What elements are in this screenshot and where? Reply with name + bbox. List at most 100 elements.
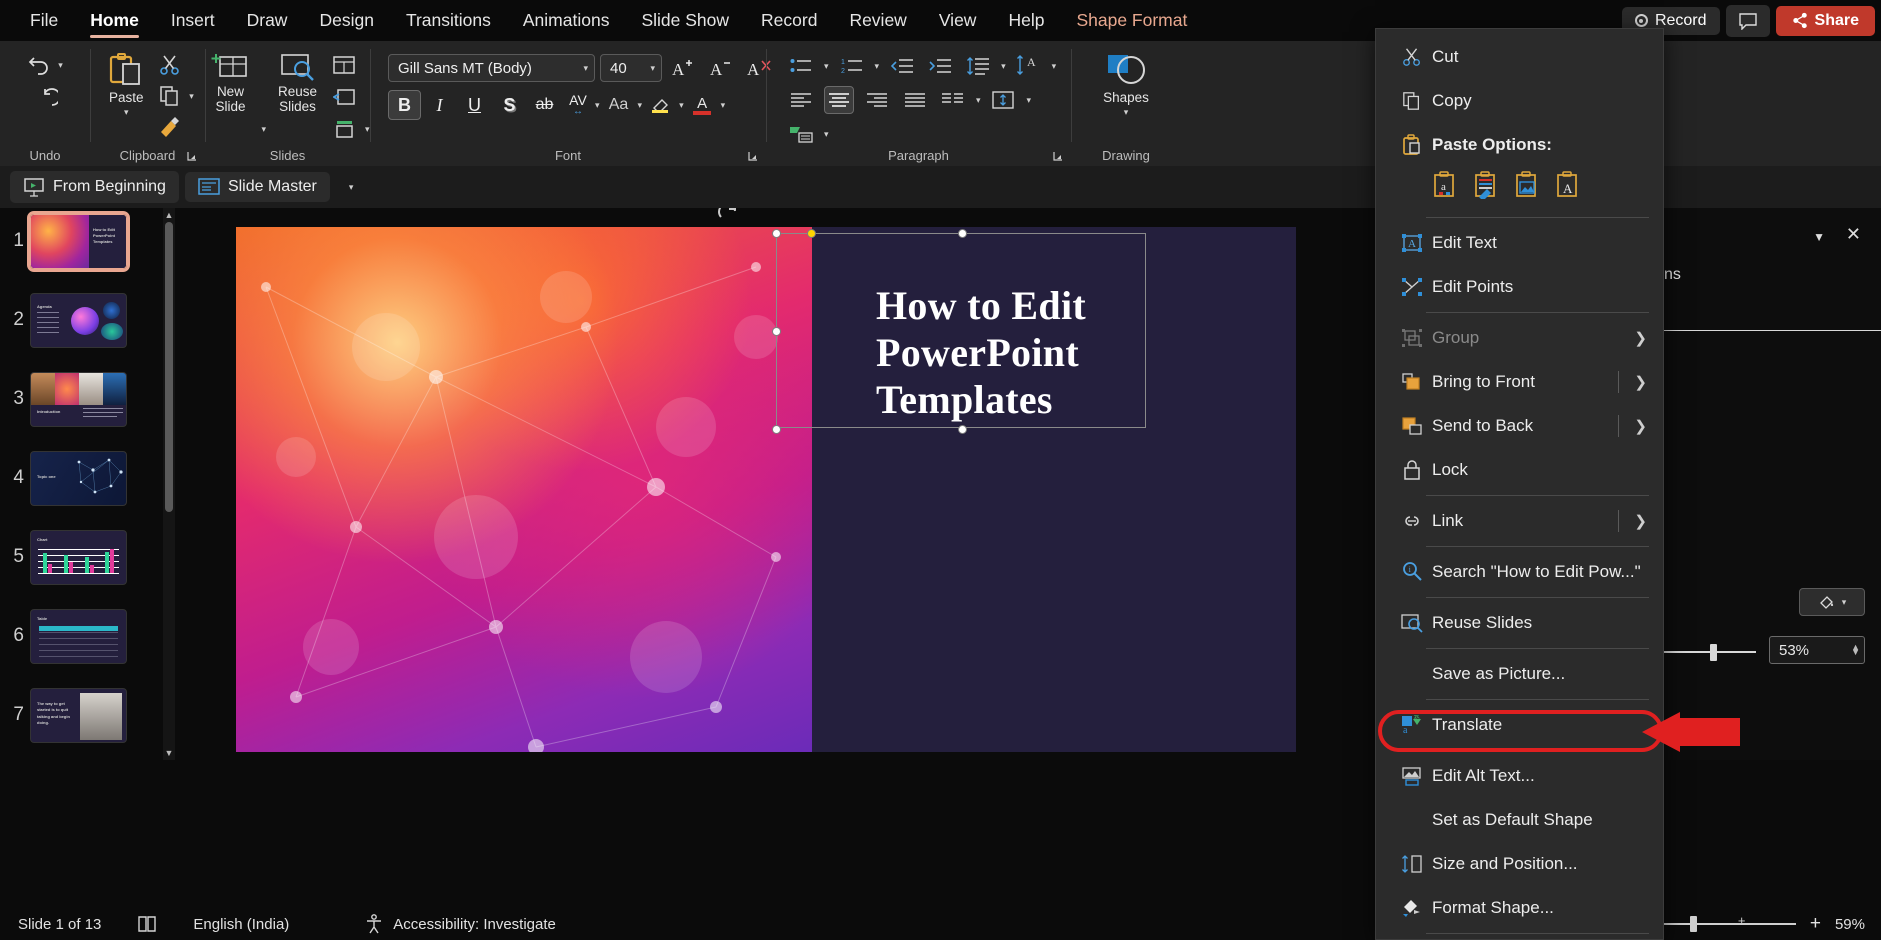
paste-use-destination-theme-icon[interactable]: A	[1555, 171, 1581, 204]
slide-thumbnail-panel[interactable]: 1 How to Edit PowerPoint Templates 2 Age…	[0, 208, 160, 760]
comments-button[interactable]	[1725, 4, 1770, 37]
font-color-chevron-icon[interactable]: ▾	[721, 100, 726, 111]
numbering-button[interactable]: 12	[837, 52, 867, 80]
format-pane-dropdown-icon[interactable]: ▼	[1813, 230, 1825, 244]
resize-handle-nw[interactable]	[772, 229, 781, 238]
font-size-combobox[interactable]: 40 ▾	[600, 54, 662, 82]
redo-icon[interactable]	[32, 85, 58, 109]
language-indicator[interactable]: English (India)	[175, 916, 307, 933]
transparency-slider-track[interactable]	[1660, 651, 1756, 653]
slide-thumbnail-4[interactable]: Topic one	[30, 451, 127, 506]
increase-font-size-button[interactable]: A	[667, 53, 700, 83]
tab-review[interactable]: Review	[833, 0, 922, 41]
align-left-button[interactable]	[786, 86, 816, 114]
align-text-chevron-icon[interactable]: ▾	[1027, 95, 1032, 106]
menu-item-search[interactable]: i Search "How to Edit Pow..."	[1376, 550, 1663, 594]
paste-button[interactable]: Paste ▾	[101, 49, 151, 120]
copy-button[interactable]	[155, 82, 185, 110]
font-color-button[interactable]: A	[686, 90, 719, 120]
fill-color-chevron-icon[interactable]: ▾	[1842, 597, 1847, 608]
text-highlight-button[interactable]	[644, 90, 677, 120]
font-size-chevron-icon[interactable]: ▾	[650, 63, 655, 74]
resize-handle-w[interactable]	[772, 327, 781, 336]
slide-thumbnail-5[interactable]: Chart	[30, 530, 127, 585]
list-item[interactable]: 4 Topic one	[0, 445, 160, 524]
change-case-button[interactable]: Aa	[602, 90, 636, 120]
decrease-indent-button[interactable]	[887, 52, 917, 80]
slide-thumbnail-6[interactable]: Table	[30, 609, 127, 664]
chevron-right-icon[interactable]: ❯	[1634, 373, 1647, 391]
tab-home[interactable]: Home	[74, 0, 155, 41]
slide-panel-scrollbar[interactable]: ▲ ▼	[163, 208, 175, 760]
new-slide-button[interactable]: New Slide	[205, 49, 255, 117]
tab-record[interactable]: Record	[745, 0, 833, 41]
tab-transitions[interactable]: Transitions	[390, 0, 507, 41]
shapes-dropdown-chevron-icon[interactable]: ▾	[1124, 107, 1129, 117]
transparency-input[interactable]: 53% ▲ ▼	[1660, 636, 1865, 664]
decrease-font-size-button[interactable]: A	[705, 53, 738, 83]
section-button[interactable]	[329, 115, 359, 143]
font-family-chevron-icon[interactable]: ▾	[583, 63, 588, 74]
tab-draw[interactable]: Draw	[231, 0, 304, 41]
list-item[interactable]: 2 Agenda	[0, 287, 160, 366]
menu-item-lock[interactable]: Lock	[1376, 448, 1663, 492]
shapes-button[interactable]: Shapes ▾	[1097, 49, 1155, 120]
menu-item-save-as-picture[interactable]: Save as Picture...	[1376, 652, 1663, 696]
scroll-up-arrow-icon[interactable]: ▲	[163, 208, 175, 222]
increase-indent-button[interactable]	[925, 52, 955, 80]
paragraph-dialog-launcher[interactable]	[1053, 150, 1065, 162]
adjust-handle[interactable]	[807, 229, 816, 238]
smartart-chevron-icon[interactable]: ▾	[824, 129, 829, 140]
menu-item-edit-text[interactable]: A Edit Text	[1376, 221, 1663, 265]
cut-button[interactable]	[155, 51, 185, 79]
change-case-chevron-icon[interactable]: ▾	[638, 100, 643, 111]
character-spacing-button[interactable]: AV ↔	[563, 90, 593, 120]
tab-view[interactable]: View	[923, 0, 993, 41]
menu-item-format-shape[interactable]: Format Shape...	[1376, 886, 1663, 930]
text-shadow-button[interactable]: S	[493, 90, 526, 120]
fill-color-button[interactable]: ▾	[1799, 588, 1865, 616]
zoom-percentage[interactable]: 59%	[1835, 916, 1865, 933]
menu-item-edit-points[interactable]: Edit Points	[1376, 265, 1663, 309]
smartart-button[interactable]	[786, 120, 816, 148]
menu-item-set-as-default-shape[interactable]: Set as Default Shape	[1376, 798, 1663, 842]
tab-help[interactable]: Help	[992, 0, 1060, 41]
tab-file[interactable]: File	[14, 0, 74, 41]
section-dropdown-chevron-icon[interactable]: ▾	[365, 124, 370, 143]
tab-shape-format[interactable]: Shape Format	[1060, 0, 1203, 41]
list-item[interactable]: 7 The way to get started is to quit talk…	[0, 682, 160, 760]
list-item[interactable]: 6 Table	[0, 603, 160, 682]
zoom-slider-knob[interactable]	[1689, 916, 1697, 932]
text-highlight-chevron-icon[interactable]: ▾	[679, 100, 684, 111]
accessibility-indicator[interactable]: Accessibility: Investigate	[307, 914, 574, 934]
slide-thumbnail-2[interactable]: Agenda	[30, 293, 127, 348]
from-beginning-button[interactable]: From Beginning	[10, 171, 179, 203]
clipboard-dialog-launcher[interactable]	[187, 150, 199, 162]
bullets-button[interactable]	[786, 52, 816, 80]
menu-item-bring-to-front[interactable]: Bring to Front ❯	[1376, 360, 1663, 404]
numbering-chevron-icon[interactable]: ▾	[875, 61, 880, 72]
menu-item-link[interactable]: Link ❯	[1376, 499, 1663, 543]
slide-counter[interactable]: Slide 1 of 13	[0, 916, 119, 933]
zoom-in-button[interactable]: +	[1810, 913, 1821, 935]
font-dialog-launcher[interactable]	[748, 150, 760, 162]
slide-master-button[interactable]: Slide Master	[184, 172, 330, 202]
tab-animations[interactable]: Animations	[507, 0, 626, 41]
scrollbar-thumb[interactable]	[165, 222, 173, 512]
transparency-spinner[interactable]: ▲ ▼	[1851, 642, 1860, 657]
menu-item-send-to-back[interactable]: Send to Back ❯	[1376, 404, 1663, 448]
shape-context-menu[interactable]: Cut Copy Paste Options: a A A Edit Text …	[1375, 28, 1664, 940]
character-spacing-chevron-icon[interactable]: ▾	[595, 100, 600, 111]
resize-handle-s[interactable]	[958, 425, 967, 434]
notes-indicator[interactable]	[119, 915, 175, 933]
layout-button[interactable]	[329, 51, 359, 79]
menu-item-copy[interactable]: Copy	[1376, 79, 1663, 123]
format-painter-button[interactable]	[155, 113, 185, 141]
reset-button[interactable]	[329, 83, 359, 111]
chevron-right-icon[interactable]: ❯	[1634, 417, 1647, 435]
tab-insert[interactable]: Insert	[155, 0, 231, 41]
paste-picture-icon[interactable]	[1514, 171, 1540, 204]
paste-keep-text-only-icon[interactable]	[1473, 171, 1499, 204]
columns-button[interactable]	[938, 86, 968, 114]
share-button[interactable]: Share	[1775, 5, 1875, 36]
